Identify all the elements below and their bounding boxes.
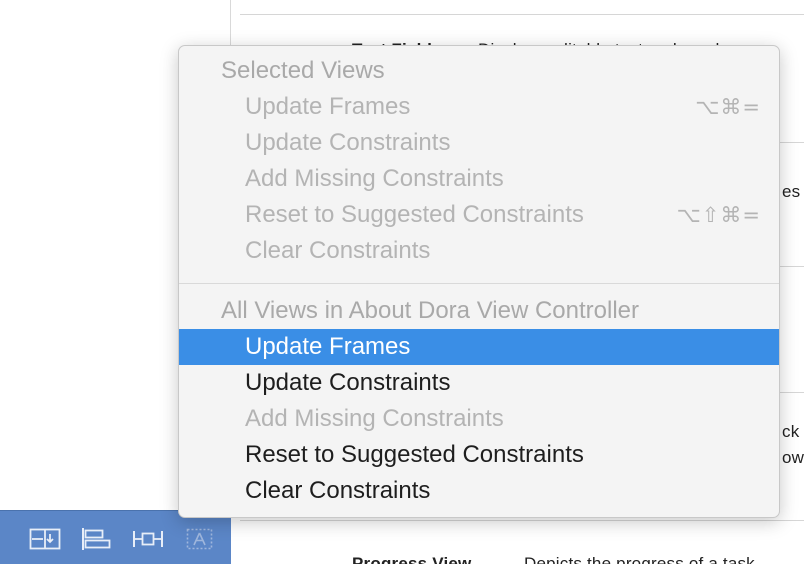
library-item-description: ck (782, 422, 800, 441)
section-header-selected-views: Selected Views (221, 57, 385, 84)
resolve-auto-layout-issues-menu: Selected Views Update Frames ⌥⌘= Update … (178, 45, 780, 518)
menu-item-label: Clear Constraints (245, 477, 431, 504)
align-icon (82, 528, 111, 550)
resolve-auto-layout-issues-button[interactable] (183, 525, 217, 553)
menu-item-label: Add Missing Constraints (245, 405, 504, 432)
menu-item-update-constraints[interactable]: Update Constraints (179, 125, 779, 161)
menu-item-update-frames[interactable]: Update Frames ⌥⌘= (179, 89, 779, 125)
pin-button[interactable] (131, 525, 165, 553)
keyboard-shortcut: ⌥⌘= (695, 95, 761, 119)
library-divider (240, 14, 804, 15)
resolve-auto-layout-issues-icon (186, 528, 213, 550)
menu-item-add-missing-constraints[interactable]: Add Missing Constraints (179, 161, 779, 197)
library-item-description: es (782, 182, 801, 201)
embed-in-stack-icon (29, 528, 61, 550)
library-item-description: Depicts the progress of a task (524, 554, 755, 564)
menu-item-reset-to-suggested-constraints[interactable]: Reset to Suggested Constraints ⌥⇧⌘= (179, 197, 779, 233)
section-header-all-views: All Views in About Dora View Controller (221, 297, 639, 324)
menu-item-update-constraints-all[interactable]: Update Constraints (179, 365, 779, 401)
keyboard-shortcut: ⌥⇧⌘= (676, 203, 761, 227)
menu-item-label: Update Constraints (245, 369, 451, 396)
auto-layout-toolbar (0, 510, 231, 564)
menu-item-label: Update Constraints (245, 129, 451, 156)
menu-item-clear-constraints-all[interactable]: Clear Constraints (179, 473, 779, 509)
menu-item-label: Update Frames (245, 93, 411, 120)
menu-item-clear-constraints[interactable]: Clear Constraints (179, 233, 779, 269)
library-item-title: Progress View (352, 554, 472, 564)
menu-item-label: Clear Constraints (245, 237, 431, 264)
library-item-description: ow (782, 448, 804, 467)
menu-item-reset-to-suggested-constraints-all[interactable]: Reset to Suggested Constraints (179, 437, 779, 473)
menu-item-label: Reset to Suggested Constraints (245, 201, 584, 228)
embed-in-stack-button[interactable] (28, 525, 62, 553)
library-divider (240, 520, 804, 521)
menu-item-label: Reset to Suggested Constraints (245, 441, 584, 468)
align-button[interactable] (79, 525, 113, 553)
menu-item-label: Add Missing Constraints (245, 165, 504, 192)
menu-item-add-missing-constraints-all[interactable]: Add Missing Constraints (179, 401, 779, 437)
menu-separator (179, 283, 779, 284)
menu-item-update-frames-all[interactable]: Update Frames (179, 329, 779, 365)
menu-item-label: Update Frames (245, 333, 411, 360)
pin-icon (133, 531, 163, 547)
